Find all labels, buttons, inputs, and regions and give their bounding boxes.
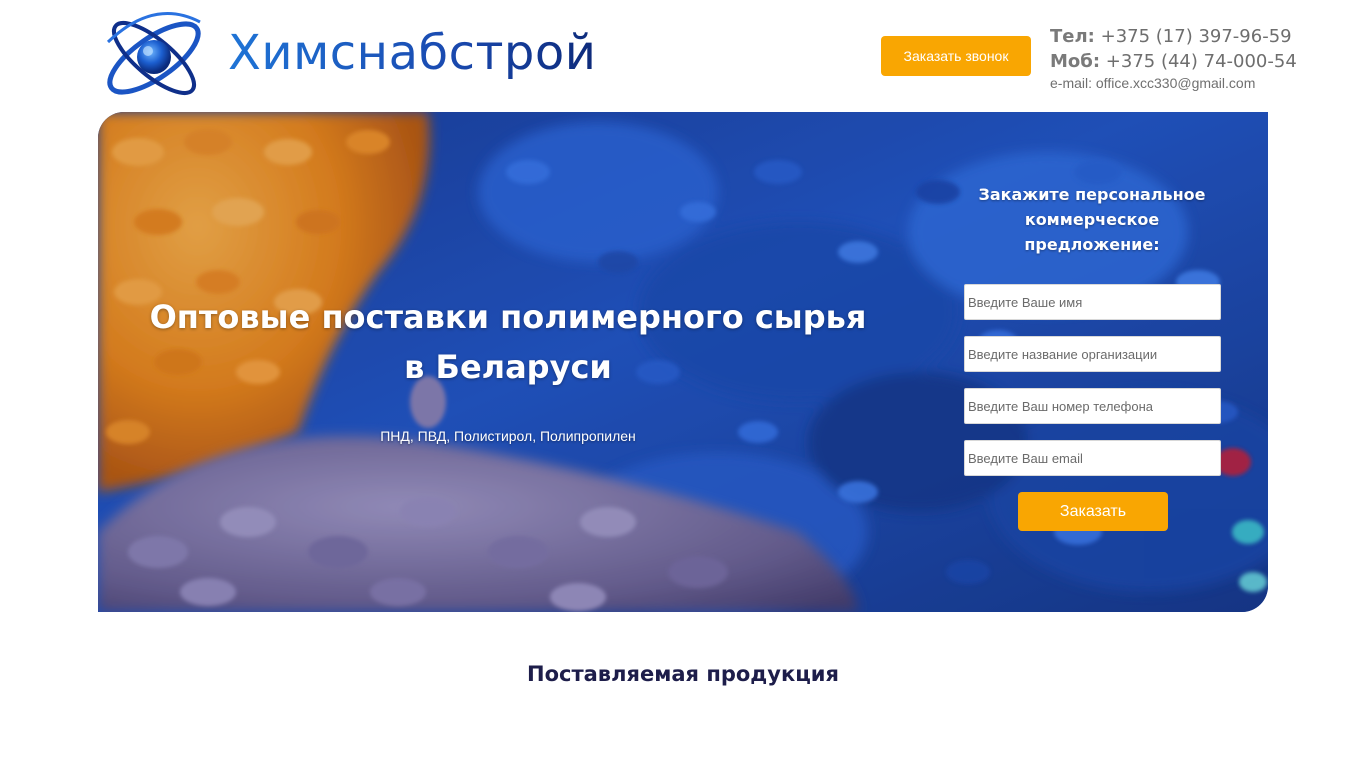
phone-line: Тел: +375 (17) 397-96-59 <box>1050 24 1292 49</box>
order-submit-button[interactable]: Заказать <box>1018 492 1168 531</box>
products-section-title: Поставляемая продукция <box>527 662 839 686</box>
mobile-line: Моб: +375 (44) 74-000-54 <box>1050 49 1297 74</box>
mobile-label: Моб: <box>1050 51 1101 72</box>
email-input[interactable] <box>964 440 1221 476</box>
hero-banner: Оптовые поставки полимерного сырья в Бел… <box>98 112 1268 612</box>
logo-text[interactable]: Химснабстрой <box>228 18 596 88</box>
organization-input[interactable] <box>964 336 1221 372</box>
hero-title: Оптовые поставки полимерного сырья в Бел… <box>149 298 867 386</box>
hero-subtitle: ПНД, ПВД, Полистирол, Полипропилен <box>380 428 636 444</box>
mobile-number[interactable]: +375 (44) 74-000-54 <box>1106 51 1297 72</box>
contacts: Тел: +375 (17) 397-96-59 Моб: +375 (44) … <box>1050 24 1297 92</box>
email-contact[interactable]: e-mail: office.xcc330@gmail.com <box>1050 74 1280 92</box>
order-form-title: Закажите персональное коммерческое предл… <box>978 185 1206 254</box>
page: Химснабстрой Заказать звонок Тел: +375 (… <box>0 0 1366 768</box>
phone-label: Тел: <box>1050 26 1095 47</box>
name-input[interactable] <box>964 284 1221 320</box>
callback-button[interactable]: Заказать звонок <box>881 36 1031 76</box>
atom-logo-icon[interactable] <box>98 2 210 110</box>
phone-number[interactable]: +375 (17) 397-96-59 <box>1101 26 1292 47</box>
phone-input[interactable] <box>964 388 1221 424</box>
